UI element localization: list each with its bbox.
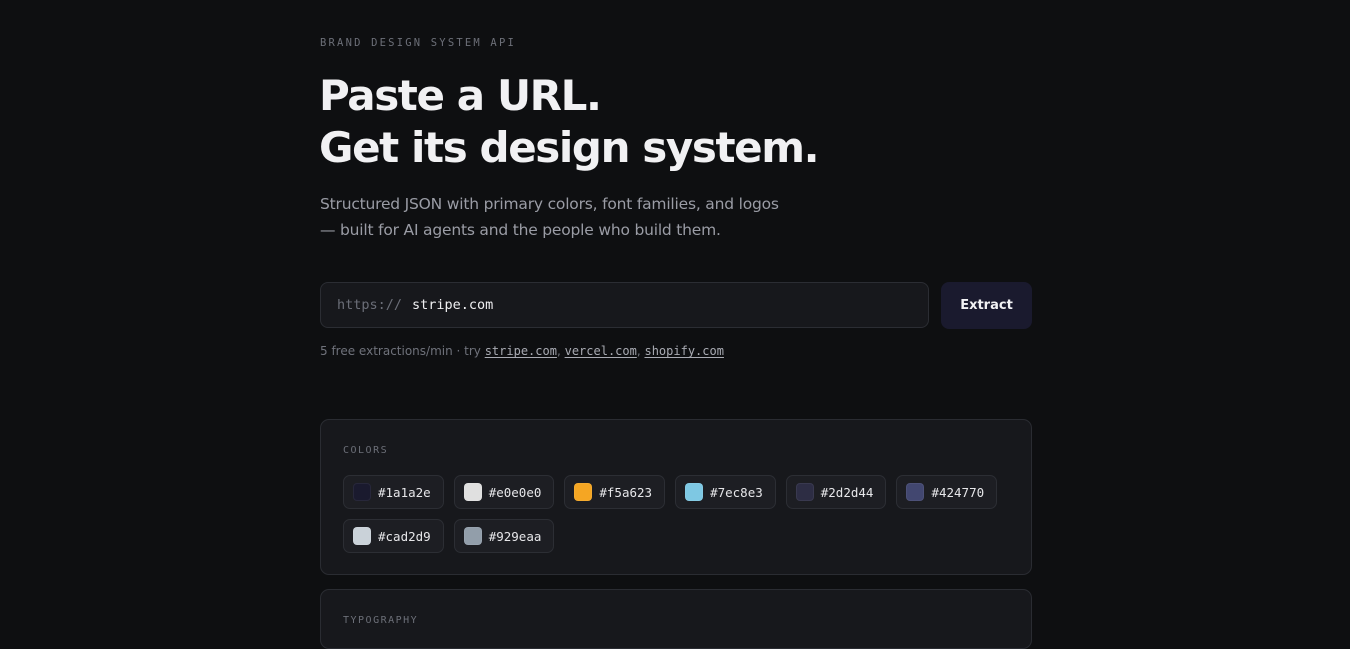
example-link-stripe[interactable]: stripe.com	[485, 344, 557, 358]
color-swatch[interactable]: #424770	[896, 475, 998, 509]
color-swatch[interactable]: #cad2d9	[343, 519, 444, 553]
color-hex-label: #929eaa	[488, 528, 542, 544]
rate-limit-hint: 5 free extractions/min · try stripe.com,…	[320, 344, 724, 358]
subtitle-line-1: Structured JSON with primary colors, fon…	[320, 195, 779, 213]
typography-card: TYPOGRAPHY	[320, 589, 1032, 649]
colors-card: COLORS #1a1a2e #e0e0e0 #f5a623 #7ec8e3 #…	[320, 419, 1032, 575]
url-field[interactable]: https://	[320, 282, 929, 328]
color-swatch[interactable]: #f5a623	[564, 475, 666, 509]
url-input[interactable]	[412, 297, 813, 313]
color-swatch[interactable]: #7ec8e3	[675, 475, 776, 509]
subtitle-line-2: — built for AI agents and the people who…	[320, 221, 721, 239]
color-hex-label: #7ec8e3	[710, 484, 763, 500]
color-hex-label: #f5a623	[599, 484, 653, 500]
url-prefix: https://	[337, 297, 403, 313]
color-swatch-list: #1a1a2e #e0e0e0 #f5a623 #7ec8e3 #2d2d44 …	[343, 475, 1023, 553]
color-hex-label: #424770	[931, 484, 985, 500]
colors-section-label: COLORS	[343, 445, 389, 456]
color-chip	[574, 483, 593, 501]
example-link-vercel[interactable]: vercel.com	[565, 344, 637, 358]
headline-line-1: Paste a URL.	[319, 71, 602, 120]
page-subtitle: Structured JSON with primary colors, fon…	[320, 191, 800, 243]
color-hex-label: #cad2d9	[378, 528, 431, 544]
color-chip	[353, 527, 371, 545]
color-swatch[interactable]: #2d2d44	[785, 475, 887, 509]
hint-separator: ,	[556, 344, 565, 358]
color-swatch[interactable]: #929eaa	[453, 519, 555, 553]
example-link-shopify[interactable]: shopify.com	[644, 344, 723, 358]
color-chip	[685, 483, 704, 501]
typography-section-label: TYPOGRAPHY	[343, 615, 419, 626]
hint-text: 5 free extractions/min · try	[320, 344, 485, 358]
color-chip	[795, 483, 814, 501]
color-chip	[463, 483, 482, 501]
color-chip	[906, 483, 925, 501]
color-hex-label: #e0e0e0	[488, 484, 542, 500]
color-swatch[interactable]: #1a1a2e	[343, 475, 444, 509]
color-chip	[463, 527, 482, 545]
color-chip	[353, 483, 371, 501]
headline-line-2: Get its design system.	[319, 123, 820, 172]
page-title: Paste a URL. Get its design system.	[319, 70, 820, 174]
eyebrow-label: BRAND DESIGN SYSTEM API	[320, 37, 516, 49]
color-swatch[interactable]: #e0e0e0	[453, 475, 555, 509]
color-hex-label: #2d2d44	[820, 484, 874, 500]
extract-button[interactable]: Extract	[941, 282, 1032, 329]
color-hex-label: #1a1a2e	[378, 484, 431, 500]
